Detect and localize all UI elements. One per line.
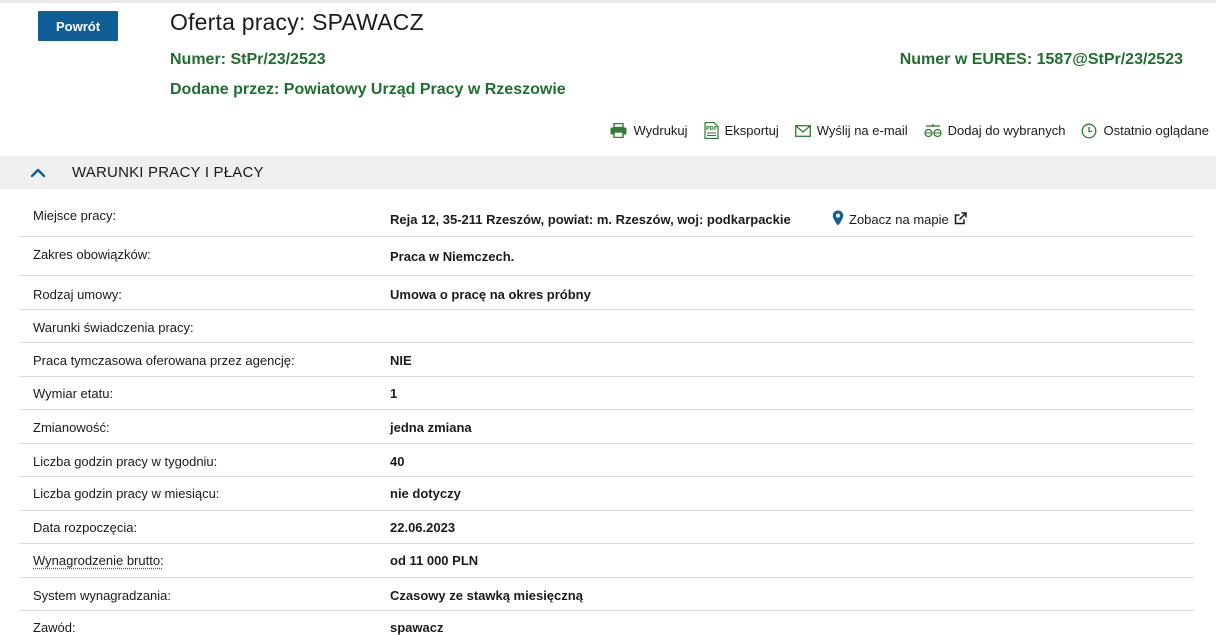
- table-row: Zakres obowiązków: Praca w Niemczech.: [19, 237, 1194, 276]
- eures-number-value: 1587@StPr/23/2523: [1037, 51, 1183, 68]
- action-bar: Wydrukuj PDF Eksportuj Wyślij na e-mail …: [610, 122, 1209, 139]
- table-row: Zawód: spawacz: [19, 611, 1194, 635]
- table-row: Rodzaj umowy: Umowa o pracę na okres pró…: [19, 276, 1194, 310]
- svg-text:PDF: PDF: [706, 126, 717, 132]
- table-row: Data rozpoczęcia: 22.06.2023: [19, 511, 1194, 544]
- row-value: Umowa o pracę na okres próbny: [390, 287, 591, 302]
- print-button[interactable]: Wydrukuj: [610, 123, 687, 138]
- offer-number-value: StPr/23/2523: [230, 51, 325, 68]
- scales-icon: [924, 123, 942, 138]
- pdf-icon: PDF: [704, 122, 719, 139]
- table-row: Wymiar etatu: 1: [19, 377, 1194, 410]
- row-key: Miejsce pracy:: [33, 208, 116, 223]
- offer-number-label: Numer:: [170, 51, 226, 68]
- row-value: jedna zmiana: [390, 420, 472, 435]
- table-row: Liczba godzin pracy w tygodniu: 40: [19, 444, 1194, 477]
- row-key: Data rozpoczęcia:: [33, 520, 137, 535]
- table-row: Liczba godzin pracy w miesiącu: nie doty…: [19, 477, 1194, 511]
- email-button[interactable]: Wyślij na e-mail: [795, 123, 908, 138]
- recently-viewed-button[interactable]: Ostatnio oglądane: [1081, 123, 1209, 139]
- row-value: spawacz: [390, 620, 443, 635]
- row-value: 22.06.2023: [390, 520, 455, 535]
- details-table: Miejsce pracy: Reja 12, 35-211 Rzeszów, …: [19, 199, 1194, 635]
- add-to-favorites-label: Dodaj do wybranych: [948, 123, 1066, 138]
- external-link-icon: [954, 212, 967, 228]
- printer-icon: [610, 123, 627, 138]
- row-key: Warunki świadczenia pracy:: [33, 320, 194, 335]
- recently-viewed-label: Ostatnio oglądane: [1103, 123, 1209, 138]
- row-key: Praca tymczasowa oferowana przez agencję…: [33, 353, 295, 368]
- row-value: od 11 000 PLN: [390, 553, 478, 568]
- added-by-value: Powiatowy Urząd Pracy w Rzeszowie: [284, 81, 566, 98]
- section-title: WARUNKI PRACY I PŁACY: [72, 164, 264, 181]
- add-to-favorites-button[interactable]: Dodaj do wybranych: [924, 123, 1066, 138]
- table-row: System wynagradzania: Czasowy ze stawką …: [19, 578, 1194, 611]
- row-key: System wynagradzania:: [33, 588, 171, 603]
- row-value: nie dotyczy: [390, 486, 461, 501]
- eures-number-label: Numer w EURES:: [900, 51, 1032, 68]
- export-button[interactable]: PDF Eksportuj: [704, 122, 779, 139]
- top-border: [0, 0, 1216, 3]
- see-on-map-label: Zobacz na mapie: [849, 212, 949, 227]
- print-label: Wydrukuj: [633, 123, 687, 138]
- added-by-label: Dodane przez:: [170, 81, 279, 98]
- table-row: Praca tymczasowa oferowana przez agencję…: [19, 343, 1194, 377]
- row-value: Reja 12, 35-211 Rzeszów, powiat: m. Rzes…: [390, 212, 791, 227]
- row-key: Liczba godzin pracy w miesiącu:: [33, 486, 219, 501]
- offer-number: Numer: StPr/23/2523: [170, 51, 326, 69]
- mail-icon: [795, 125, 811, 137]
- row-value: 40: [390, 454, 404, 469]
- row-key: Wymiar etatu:: [33, 386, 113, 401]
- map-pin-icon: [832, 210, 844, 229]
- page-title: Oferta pracy: SPAWACZ: [170, 9, 424, 36]
- chevron-up-icon[interactable]: [28, 163, 48, 183]
- table-row: Warunki świadczenia pracy:: [19, 310, 1194, 343]
- row-value: 1: [390, 386, 397, 401]
- row-value: Czasowy ze stawką miesięczną: [390, 588, 583, 603]
- row-key: Zmianowość:: [33, 420, 110, 435]
- clock-icon: [1081, 123, 1097, 139]
- back-button[interactable]: Powrót: [38, 11, 118, 41]
- row-key: Rodzaj umowy:: [33, 287, 122, 302]
- table-row: Wynagrodzenie brutto: od 11 000 PLN: [19, 544, 1194, 578]
- row-key: Zakres obowiązków:: [33, 247, 151, 262]
- table-row: Miejsce pracy: Reja 12, 35-211 Rzeszów, …: [19, 199, 1194, 237]
- export-label: Eksportuj: [725, 123, 779, 138]
- section-header[interactable]: WARUNKI PRACY I PŁACY: [0, 156, 1216, 189]
- row-key: Liczba godzin pracy w tygodniu:: [33, 454, 217, 469]
- added-by: Dodane przez: Powiatowy Urząd Pracy w Rz…: [170, 81, 566, 99]
- email-label: Wyślij na e-mail: [817, 123, 908, 138]
- table-row: Zmianowość: jedna zmiana: [19, 410, 1194, 444]
- row-key: Zawód:: [33, 620, 76, 635]
- row-value: NIE: [390, 353, 412, 368]
- row-value: Praca w Niemczech.: [390, 249, 514, 264]
- salary-term-tooltip[interactable]: Wynagrodzenie brutto:: [33, 553, 164, 568]
- see-on-map-link[interactable]: Zobacz na mapie: [832, 210, 967, 229]
- eures-number: Numer w EURES: 1587@StPr/23/2523: [900, 51, 1183, 69]
